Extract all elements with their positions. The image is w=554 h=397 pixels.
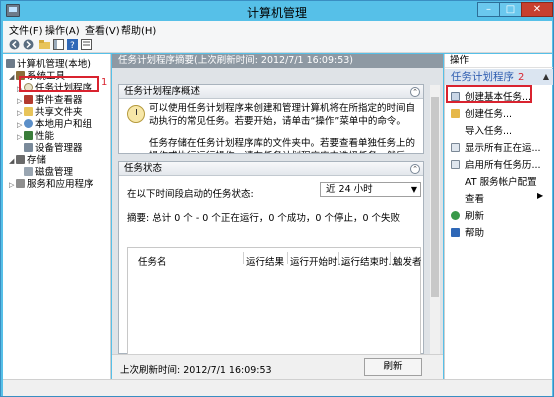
overview-text-2: 任务存储在任务计划程序库的文件夹中。若要查看单独任务上的操作或执行运行操作，请在…: [149, 138, 416, 153]
menu-action[interactable]: 操作(A): [45, 22, 80, 37]
at-service-icon: [451, 177, 460, 186]
folder-up-icon[interactable]: [39, 39, 50, 50]
storage-icon: [16, 155, 25, 164]
column-run-result[interactable]: 运行结果: [246, 254, 284, 268]
refresh-icon: [451, 211, 460, 220]
overview-section: 任务计划程序概述 ⌃ 可以使用任务计划程序来创建和管理计算机将在所指定的时间自动执…: [118, 84, 424, 154]
navigation-tree: 计算机管理(本地) ◢ 系统工具 ▷ 任务计划程序 ▷ 事件查看器 ▷ 共享文件夹 ▷ 本…: [3, 54, 111, 379]
collapse-arrow-icon[interactable]: ▲: [543, 69, 549, 85]
status-summary: 摘要: 总计 0 个 - 0 个正在运行，0 个成功，0 个停止，0 个失败: [127, 213, 401, 224]
task-table: 任务名 运行结果 运行开始时... 运行结束时... 触发者: [127, 247, 422, 357]
status-period-label: 在以下时间段启动的任务状态:: [127, 189, 254, 200]
action-at-service[interactable]: AT 服务帐户配置: [445, 174, 537, 188]
show-tree-icon[interactable]: [53, 39, 64, 50]
import-task-icon: [451, 126, 460, 135]
forward-arrow-icon[interactable]: [23, 39, 34, 50]
menu-file[interactable]: 文件(F): [9, 22, 43, 37]
collapsed-arrow-icon[interactable]: ▷: [9, 181, 16, 189]
column-divider[interactable]: [338, 252, 339, 264]
vertical-scrollbar[interactable]: [430, 85, 440, 368]
time-range-select[interactable]: 近 24 小时 ▼: [320, 182, 421, 197]
close-button[interactable]: ✕: [521, 2, 553, 17]
enable-history-icon: [451, 160, 460, 169]
collapse-icon[interactable]: ⌃: [410, 164, 420, 174]
device-manager-icon: [24, 143, 33, 152]
expanded-arrow-icon[interactable]: ◢: [9, 73, 16, 81]
task-scheduler-summary-panel: 任务计划程序摘要(上次刷新时间: 2012/7/1 16:09:53) 任务计划…: [112, 54, 443, 379]
menu-bar: 文件(F) 操作(A) 查看(V) 帮助(H): [3, 21, 552, 37]
task-status-section: 任务状态 ⌃ 在以下时间段启动的任务状态: 近 24 小时 ▼ 摘要: 总计 0 个…: [118, 161, 424, 357]
panel-header: 任务计划程序摘要(上次刷新时间: 2012/7/1 16:09:53): [112, 54, 443, 68]
back-arrow-icon[interactable]: [9, 39, 20, 50]
refresh-button[interactable]: 刷新: [364, 358, 422, 376]
maximize-button[interactable]: □: [499, 2, 522, 17]
users-icon: [24, 119, 33, 128]
view-icon: [451, 194, 460, 203]
column-divider[interactable]: [287, 252, 288, 264]
overview-text: 可以使用任务计划程序来创建和管理计算机将在所指定的时间自动执行的常见任务。若要开…: [149, 103, 416, 127]
title-bar[interactable]: 计算机管理 – □ ✕: [1, 1, 553, 21]
help-icon: [451, 228, 460, 237]
create-task-icon: [451, 109, 460, 118]
minimize-button[interactable]: –: [477, 2, 500, 17]
collapsed-arrow-icon[interactable]: ▷: [17, 133, 24, 141]
disk-icon: [24, 167, 33, 176]
services-icon: [16, 179, 25, 188]
annotation-1: 1: [101, 77, 108, 88]
shared-folder-icon: [24, 107, 33, 116]
action-show-running[interactable]: 显示所有正在运...: [445, 140, 541, 154]
window: 计算机管理 – □ ✕ 文件(F) 操作(A) 查看(V) 帮助(H) ? 计算…: [0, 0, 554, 397]
status-bar: [3, 379, 552, 396]
action-enable-history[interactable]: 启用所有任务历...: [445, 157, 541, 171]
column-task-name[interactable]: 任务名: [138, 254, 167, 268]
menu-help[interactable]: 帮助(H): [121, 22, 156, 37]
highlight-box-create-basic-task: [446, 85, 532, 103]
properties-icon[interactable]: [81, 39, 92, 50]
column-trigger[interactable]: 触发者: [393, 254, 422, 268]
actions-title: 操作: [445, 54, 553, 68]
annotation-2: 2: [518, 72, 525, 83]
event-viewer-icon: [24, 95, 33, 104]
submenu-arrow-icon: ▶: [537, 191, 544, 200]
chevron-down-icon: ▼: [410, 185, 417, 194]
task-status-header[interactable]: 任务状态 ⌃: [119, 162, 423, 176]
panel-body: 任务计划程序概述 ⌃ 可以使用任务计划程序来创建和管理计算机将在所指定的时间自动执…: [112, 68, 443, 368]
clock-icon: [127, 105, 145, 123]
toolbar: ?: [3, 36, 552, 53]
action-view[interactable]: 查看 ▶: [445, 191, 543, 205]
actions-group-task-scheduler[interactable]: 任务计划程序 ▲: [445, 69, 553, 85]
action-help[interactable]: 帮助: [445, 225, 484, 239]
action-create-task[interactable]: 创建任务...: [445, 106, 512, 120]
svg-text:?: ?: [70, 41, 75, 50]
performance-icon: [24, 131, 33, 140]
column-divider[interactable]: [390, 252, 391, 264]
menu-view[interactable]: 查看(V): [85, 22, 120, 37]
help-icon[interactable]: ?: [67, 39, 78, 50]
scroll-thumb[interactable]: [431, 97, 439, 297]
action-refresh[interactable]: 刷新: [445, 208, 484, 222]
highlight-box-task-scheduler: [19, 76, 99, 92]
last-refresh-time: 上次刷新时间: 2012/7/1 16:09:53: [120, 365, 272, 376]
column-divider[interactable]: [243, 252, 244, 264]
action-import-task[interactable]: 导入任务...: [445, 123, 512, 137]
panel-footer: 上次刷新时间: 2012/7/1 16:09:53 刷新: [112, 354, 443, 379]
collapse-icon[interactable]: ⌃: [410, 87, 420, 97]
window-title: 计算机管理: [246, 6, 307, 20]
expanded-arrow-icon[interactable]: ◢: [9, 157, 16, 165]
show-running-icon: [451, 143, 460, 152]
tree-services-apps[interactable]: ▷ 服务和应用程序: [9, 176, 94, 190]
computer-icon: [6, 59, 15, 68]
overview-header[interactable]: 任务计划程序概述 ⌃: [119, 85, 423, 99]
